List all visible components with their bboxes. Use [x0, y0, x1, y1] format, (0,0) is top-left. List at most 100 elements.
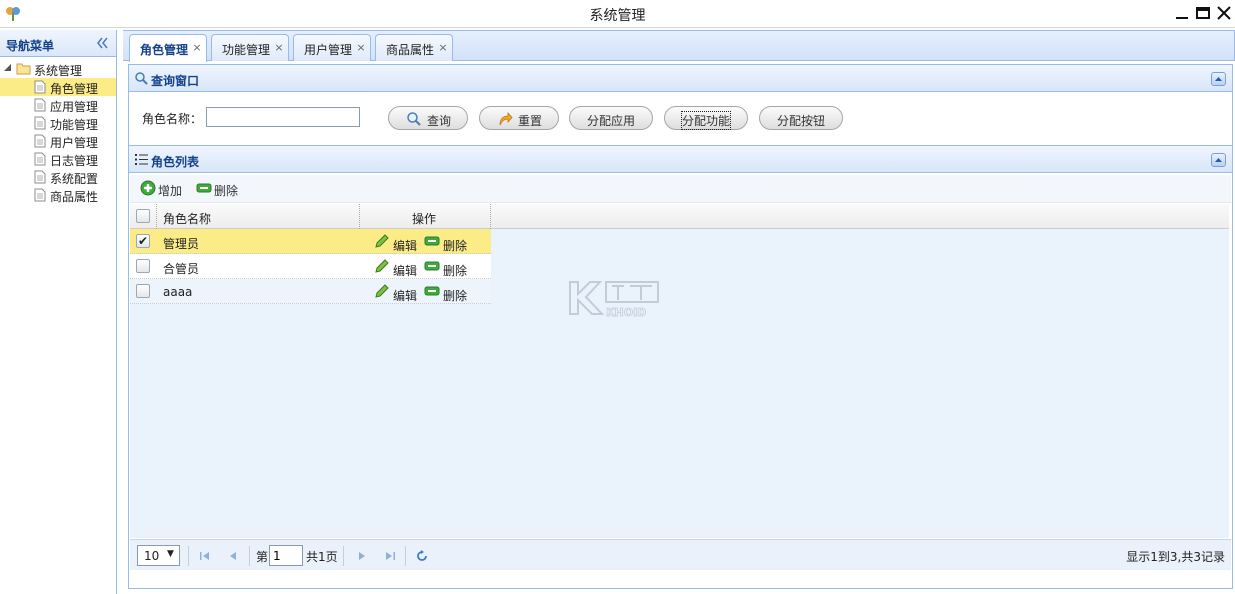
- tab-close-icon[interactable]: ×: [438, 42, 448, 54]
- table-row[interactable]: aaaa 编辑 删除: [130, 279, 491, 304]
- document-icon: [34, 152, 46, 166]
- search-button-label: 查询: [427, 114, 452, 128]
- document-icon: [34, 98, 46, 112]
- role-list-title: 角色列表: [151, 155, 200, 169]
- row-actions: 编辑 删除: [374, 283, 494, 304]
- tree-item-system-management[interactable]: 系统管理: [0, 60, 116, 78]
- check-icon: ✔: [138, 234, 149, 248]
- header-checkbox-cell: [130, 204, 157, 229]
- tab-label: 角色管理: [140, 43, 189, 57]
- pencil-icon[interactable]: [374, 258, 390, 274]
- close-icon[interactable]: [1213, 2, 1235, 24]
- plus-icon: [140, 180, 156, 196]
- page-size-select[interactable]: 10 ▼: [137, 545, 180, 566]
- tree-item-label: 系统配置: [50, 172, 99, 186]
- reset-button-label: 重置: [518, 114, 543, 128]
- role-name-input[interactable]: [206, 107, 360, 127]
- page-total-label: 共1页: [306, 550, 338, 564]
- tab-close-icon[interactable]: ×: [356, 42, 366, 54]
- sidebar-header: 导航菜单: [0, 30, 116, 57]
- assign-button-button-label: 分配按钮: [777, 114, 826, 128]
- add-button-label: 增加: [158, 184, 183, 198]
- row-actions: 编辑 删除: [374, 233, 494, 254]
- tree-item-log-management[interactable]: 日志管理: [0, 150, 116, 168]
- column-header-name[interactable]: 角色名称: [157, 204, 360, 229]
- column-header-label: 操作: [412, 212, 437, 226]
- minus-icon[interactable]: [424, 258, 440, 274]
- row-actions: 编辑 删除: [374, 258, 494, 279]
- maximize-icon[interactable]: [1192, 2, 1214, 24]
- tree-item-label: 商品属性: [50, 190, 99, 204]
- watermark-text: KHOID: [606, 306, 646, 319]
- pencil-icon[interactable]: [374, 233, 390, 249]
- document-icon: [34, 80, 46, 94]
- tree-item-user-management[interactable]: 用户管理: [0, 132, 116, 150]
- minimize-icon[interactable]: [1171, 2, 1193, 24]
- delete-button[interactable]: 删除: [196, 180, 242, 198]
- collapse-panel-button[interactable]: [1211, 72, 1226, 86]
- reset-button[interactable]: 重置: [479, 106, 559, 130]
- assign-function-button-label: 分配功能: [680, 111, 732, 130]
- tab-close-icon[interactable]: ×: [274, 42, 284, 54]
- previous-page-icon[interactable]: [226, 549, 240, 563]
- delete-link[interactable]: 删除: [443, 237, 467, 254]
- nav-sidebar: 导航菜单 系统管理 角色管理 应用管理 功能管理 用户管理 日志管理 系统配置 …: [0, 30, 117, 594]
- collapse-left-icon[interactable]: [95, 36, 109, 50]
- assign-app-button[interactable]: 分配应用: [569, 106, 653, 130]
- last-page-icon[interactable]: [383, 549, 397, 563]
- expand-arrow-icon[interactable]: [4, 64, 12, 72]
- role-list-header: 角色列表: [129, 146, 1232, 173]
- tree-item-label: 日志管理: [50, 154, 99, 168]
- tree-item-role-management[interactable]: 角色管理: [0, 78, 116, 96]
- tree-item-system-config[interactable]: 系统配置: [0, 168, 116, 186]
- page-prefix-label: 第: [256, 550, 269, 564]
- add-button[interactable]: 增加: [140, 180, 186, 198]
- sidebar-title: 导航菜单: [6, 39, 55, 53]
- tab-user-management[interactable]: 用户管理 ×: [293, 34, 371, 61]
- minus-icon: [196, 183, 212, 193]
- minus-icon[interactable]: [424, 233, 440, 249]
- first-page-icon[interactable]: [198, 549, 212, 563]
- tab-product-attributes[interactable]: 商品属性 ×: [375, 34, 453, 61]
- row-checkbox[interactable]: [136, 259, 150, 273]
- tab-role-management[interactable]: 角色管理 ×: [129, 34, 207, 62]
- row-checkbox[interactable]: [136, 284, 150, 298]
- page-size-value: 10: [144, 549, 160, 563]
- assign-app-button-label: 分配应用: [587, 114, 636, 128]
- tab-close-icon[interactable]: ×: [192, 42, 202, 54]
- table-row[interactable]: 合管员 编辑 删除: [130, 254, 491, 279]
- tree-item-app-management[interactable]: 应用管理: [0, 96, 116, 114]
- tree-item-label: 系统管理: [34, 64, 83, 78]
- tree-item-function-management[interactable]: 功能管理: [0, 114, 116, 132]
- page-number-input[interactable]: [269, 545, 303, 566]
- delete-link[interactable]: 删除: [443, 262, 467, 279]
- collapse-panel-button[interactable]: [1211, 153, 1226, 167]
- record-summary: 显示1到3,共3记录: [1126, 550, 1225, 564]
- edit-link[interactable]: 编辑: [393, 237, 417, 254]
- tab-function-management[interactable]: 功能管理 ×: [211, 34, 289, 61]
- list-icon: [135, 154, 148, 165]
- window-titlebar: 系统管理: [0, 0, 1235, 28]
- row-checkbox[interactable]: ✔: [136, 234, 150, 248]
- grid-toolbar: 增加 删除: [130, 175, 1231, 203]
- edit-link[interactable]: 编辑: [393, 262, 417, 279]
- search-button[interactable]: 查询: [388, 106, 468, 130]
- tree-item-label: 应用管理: [50, 100, 99, 114]
- pencil-icon[interactable]: [374, 283, 390, 299]
- query-panel-title: 查询窗口: [151, 74, 200, 88]
- document-icon: [34, 188, 46, 202]
- next-page-icon[interactable]: [355, 549, 369, 563]
- edit-link[interactable]: 编辑: [393, 287, 417, 304]
- grid-header: 角色名称 操作: [130, 204, 1229, 229]
- minus-icon[interactable]: [424, 283, 440, 299]
- undo-arrow-icon: [499, 111, 513, 126]
- assign-function-button[interactable]: 分配功能: [664, 106, 748, 130]
- assign-button-button[interactable]: 分配按钮: [759, 106, 843, 130]
- document-icon: [34, 170, 46, 184]
- select-all-checkbox[interactable]: [136, 209, 150, 223]
- refresh-icon[interactable]: [415, 549, 429, 563]
- table-row[interactable]: ✔ 管理员 编辑 删除: [130, 229, 491, 254]
- tree-item-product-attributes[interactable]: 商品属性: [0, 186, 116, 204]
- delete-link[interactable]: 删除: [443, 287, 467, 304]
- main-content: 角色管理 × 功能管理 × 用户管理 × 商品属性 × 查询窗口 角色名称： 查…: [123, 30, 1235, 594]
